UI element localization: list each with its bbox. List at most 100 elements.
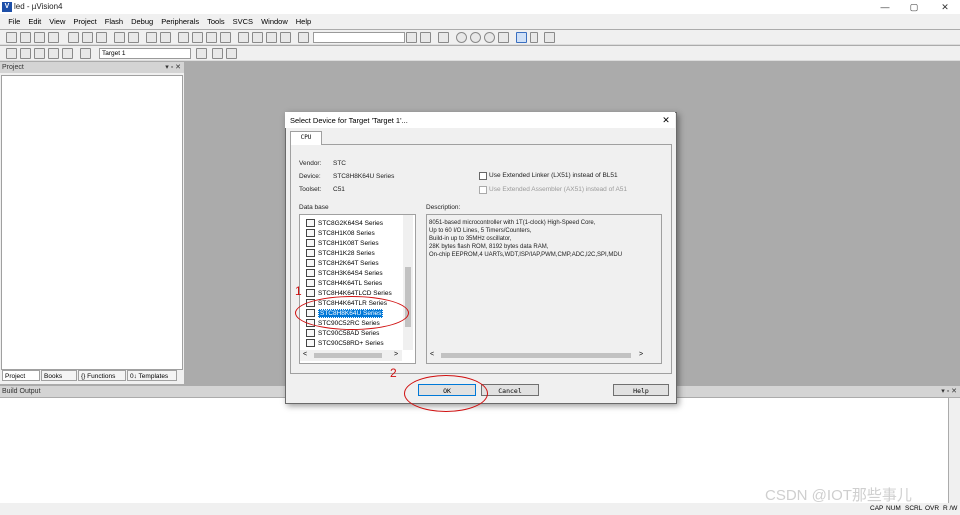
rebuild-icon[interactable] bbox=[34, 48, 45, 59]
comment-icon[interactable] bbox=[266, 32, 277, 43]
annotation-number-1: 1 bbox=[295, 284, 302, 298]
dialog-title: Select Device for Target 'Target 1'... bbox=[290, 116, 408, 125]
open-file-icon[interactable] bbox=[20, 32, 31, 43]
device-list-item[interactable]: STC8H1K28 Series bbox=[306, 249, 375, 259]
menu-edit[interactable]: Edit bbox=[24, 14, 45, 29]
status-num: NUM bbox=[886, 505, 901, 512]
build-output-scrollbar[interactable] bbox=[949, 398, 960, 503]
translate-icon[interactable] bbox=[6, 48, 17, 59]
kill-breakpoints-icon[interactable] bbox=[498, 32, 509, 43]
menu-window[interactable]: Window bbox=[257, 14, 292, 29]
menu-tools[interactable]: Tools bbox=[203, 14, 229, 29]
device-list-item[interactable]: STC8H3K64S4 Series bbox=[306, 269, 383, 279]
menu-view[interactable]: View bbox=[45, 14, 69, 29]
minimize-button[interactable]: — bbox=[876, 1, 894, 13]
window-layout-icon[interactable] bbox=[516, 32, 527, 43]
find-icon[interactable] bbox=[406, 32, 417, 43]
help-button[interactable]: Help bbox=[613, 384, 669, 396]
window-title: led - µVision4 bbox=[14, 2, 63, 11]
nav-forward-icon[interactable] bbox=[160, 32, 171, 43]
tab-cpu[interactable]: CPU bbox=[290, 131, 322, 145]
description-line: 28K bytes flash ROM, 8192 bytes data RAM… bbox=[429, 244, 549, 250]
tab-project[interactable]: Project bbox=[2, 370, 40, 381]
breakpoint-icon[interactable] bbox=[470, 32, 481, 43]
find-in-files-icon[interactable] bbox=[298, 32, 309, 43]
device-tree-list[interactable]: STC8G2K64S4 Series STC8H1K08 Series STC8H1… bbox=[299, 214, 416, 364]
build-output-controls[interactable]: ▾ ▫ ✕ bbox=[941, 386, 957, 397]
unindent-icon[interactable] bbox=[252, 32, 263, 43]
next-bookmark-icon[interactable] bbox=[206, 32, 217, 43]
redo-icon[interactable] bbox=[128, 32, 139, 43]
new-file-icon[interactable] bbox=[6, 32, 17, 43]
cancel-button[interactable]: Cancel bbox=[481, 384, 539, 396]
load-icon[interactable] bbox=[80, 48, 91, 59]
tab-templates[interactable]: 0↓ Templates bbox=[127, 370, 177, 381]
device-list-item[interactable]: STC90C58AD Series bbox=[306, 329, 379, 339]
menu-project[interactable]: Project bbox=[69, 14, 100, 29]
device-value: STC8H8K64U Series bbox=[333, 173, 395, 180]
indent-icon[interactable] bbox=[238, 32, 249, 43]
file-extensions-icon[interactable] bbox=[212, 48, 223, 59]
device-list-item[interactable]: STC8H1K08T Series bbox=[306, 239, 379, 249]
dialog-close-button[interactable]: ✕ bbox=[659, 114, 673, 126]
paste-icon[interactable] bbox=[96, 32, 107, 43]
device-list-item[interactable]: STC8H4K64TL Series bbox=[306, 279, 382, 289]
copy-icon[interactable] bbox=[82, 32, 93, 43]
device-list-hscroll-thumb[interactable] bbox=[314, 353, 382, 358]
description-box[interactable]: 8051-based microcontroller with 1T(1-clo… bbox=[426, 214, 662, 364]
clear-bookmarks-icon[interactable] bbox=[220, 32, 231, 43]
menu-peripherals[interactable]: Peripherals bbox=[157, 14, 203, 29]
device-list-item[interactable]: STC90C58RD+ Series bbox=[306, 339, 384, 349]
target-select[interactable]: Target 1 bbox=[99, 48, 191, 59]
cut-icon[interactable] bbox=[68, 32, 79, 43]
incremental-find-icon[interactable] bbox=[420, 32, 431, 43]
menu-flash[interactable]: Flash bbox=[101, 14, 127, 29]
find-combobox[interactable] bbox=[313, 32, 405, 43]
disable-breakpoint-icon[interactable] bbox=[484, 32, 495, 43]
device-list-item[interactable]: STC8G2K64S4 Series bbox=[306, 219, 383, 229]
maximize-button[interactable]: ▢ bbox=[905, 1, 923, 13]
batch-build-icon[interactable] bbox=[48, 48, 59, 59]
save-icon[interactable] bbox=[34, 32, 45, 43]
scroll-left-icon[interactable]: < bbox=[303, 351, 307, 358]
status-rw: R /W bbox=[943, 505, 958, 512]
menu-svcs[interactable]: SVCS bbox=[229, 14, 257, 29]
close-button[interactable]: ✕ bbox=[936, 1, 954, 13]
extended-linker-checkbox[interactable] bbox=[479, 172, 487, 180]
device-list-item[interactable]: STC8H2K64T Series bbox=[306, 259, 379, 269]
save-all-icon[interactable] bbox=[48, 32, 59, 43]
debug-start-icon[interactable] bbox=[456, 32, 467, 43]
device-list-item-label: STC8H2K64T Series bbox=[318, 260, 379, 267]
menu-debug[interactable]: Debug bbox=[127, 14, 157, 29]
stop-build-icon[interactable] bbox=[62, 48, 73, 59]
device-list-item[interactable]: STC8H1K08 Series bbox=[306, 229, 375, 239]
description-hscrollbar[interactable]: < > bbox=[427, 350, 649, 361]
project-panel-controls[interactable]: ▾ ▫ ✕ bbox=[165, 62, 181, 73]
prev-bookmark-icon[interactable] bbox=[192, 32, 203, 43]
description-vscrollbar[interactable] bbox=[649, 215, 659, 350]
scroll-right-icon[interactable]: > bbox=[639, 351, 643, 358]
tab-functions[interactable]: {} Functions bbox=[78, 370, 126, 381]
project-tree[interactable] bbox=[1, 75, 183, 370]
nav-back-icon[interactable] bbox=[146, 32, 157, 43]
undo-icon[interactable] bbox=[114, 32, 125, 43]
zoom-icon[interactable] bbox=[438, 32, 449, 43]
description-line: 8051-based microcontroller with 1T(1-clo… bbox=[429, 220, 596, 226]
uncomment-icon[interactable] bbox=[280, 32, 291, 43]
chevron-down-icon[interactable] bbox=[530, 32, 538, 43]
device-list-hscrollbar[interactable]: < > bbox=[300, 350, 402, 361]
configure-icon[interactable] bbox=[544, 32, 555, 43]
menu-help[interactable]: Help bbox=[292, 14, 315, 29]
bookmark-icon[interactable] bbox=[178, 32, 189, 43]
target-select-value: Target 1 bbox=[102, 50, 126, 57]
manage-components-icon[interactable] bbox=[226, 48, 237, 59]
tab-books[interactable]: Books bbox=[41, 370, 77, 381]
menu-file[interactable]: File bbox=[4, 14, 24, 29]
description-hscroll-thumb[interactable] bbox=[441, 353, 631, 358]
project-panel-header: Project ▾ ▫ ✕ bbox=[0, 62, 184, 73]
target-options-icon[interactable] bbox=[196, 48, 207, 59]
scroll-right-icon[interactable]: > bbox=[394, 351, 398, 358]
device-list-vscrollbar[interactable] bbox=[403, 215, 413, 350]
scroll-left-icon[interactable]: < bbox=[430, 351, 434, 358]
build-icon[interactable] bbox=[20, 48, 31, 59]
